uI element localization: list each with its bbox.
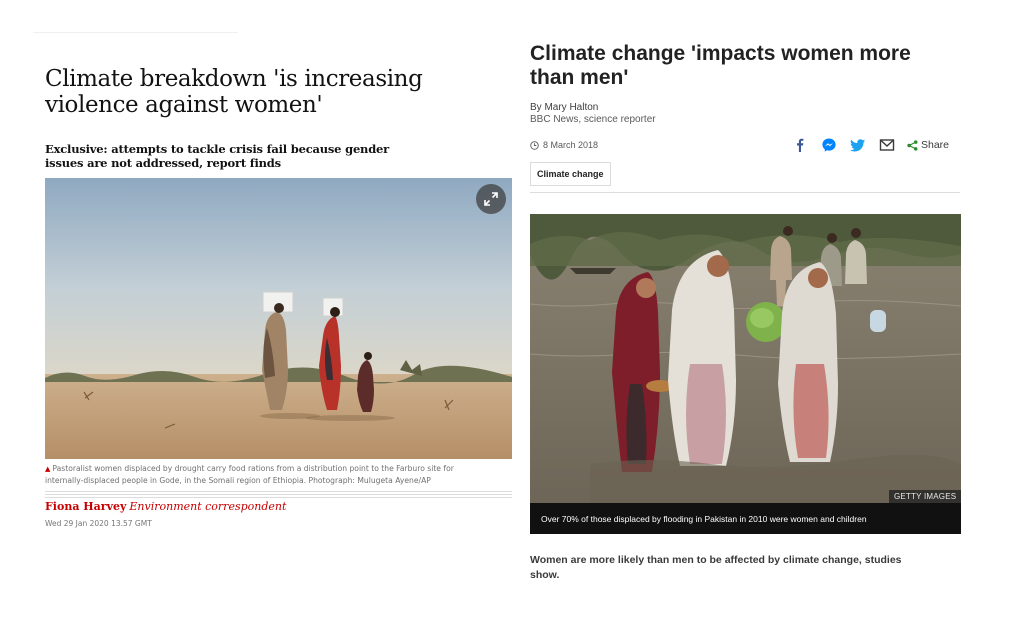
clock-icon	[530, 140, 539, 150]
flood-photo[interactable]	[530, 214, 961, 534]
bbc-intro: Women are more likely than men to be aff…	[530, 554, 902, 581]
facebook-share-button[interactable]	[792, 137, 808, 153]
bbc-article: Climate change 'impacts women more than …	[520, 0, 1024, 625]
topic-tag-climate-change[interactable]: Climate change	[530, 162, 611, 186]
twitter-share-button[interactable]	[850, 137, 866, 153]
image-credit: GETTY IMAGES	[889, 490, 962, 503]
email-icon	[879, 139, 895, 151]
email-share-button[interactable]	[879, 137, 895, 153]
bbc-date: 8 March 2018	[530, 140, 598, 150]
guardian-date: Wed 29 Jan 2020 13.57 GMT	[45, 519, 152, 528]
bbc-headline: Climate change 'impacts women more than …	[530, 42, 911, 89]
share-button[interactable]: Share	[907, 139, 949, 151]
messenger-icon	[822, 138, 836, 152]
caption-triangle-icon: ▲	[45, 465, 51, 473]
expand-icon	[484, 192, 498, 206]
top-divider	[33, 32, 238, 33]
bbc-organisation: BBC News, science reporter	[530, 114, 656, 125]
guardian-standfirst: Exclusive: attempts to tackle crisis fai…	[45, 142, 390, 170]
guardian-byline: Fiona Harvey Environment correspondent	[45, 500, 286, 513]
author-role: Environment correspondent	[129, 500, 287, 513]
author-link[interactable]: Fiona Harvey	[45, 500, 126, 513]
share-icon	[907, 139, 918, 151]
expand-image-button[interactable]	[476, 184, 506, 214]
share-tools: Share	[792, 137, 949, 153]
guardian-photo-caption: ▲ Pastoralist women displaced by drought …	[45, 463, 465, 486]
facebook-icon	[797, 138, 804, 152]
guardian-headline: Climate breakdown 'is increasing violenc…	[45, 66, 423, 118]
header-divider	[530, 192, 960, 193]
caption-text: Pastoralist women displaced by drought c…	[45, 464, 454, 485]
bbc-author: By Mary Halton	[530, 102, 599, 113]
bbc-date-text: 8 March 2018	[543, 140, 599, 150]
drought-photo[interactable]	[45, 178, 512, 459]
bbc-byline: By Mary Halton BBC News, science reporte…	[530, 102, 656, 126]
twitter-icon	[850, 139, 865, 152]
messenger-share-button[interactable]	[821, 137, 837, 153]
share-label: Share	[921, 139, 950, 151]
byline-divider	[45, 491, 512, 498]
bbc-photo-caption: Over 70% of those displaced by flooding …	[530, 503, 961, 534]
guardian-article: Climate breakdown 'is increasing violenc…	[0, 0, 520, 625]
